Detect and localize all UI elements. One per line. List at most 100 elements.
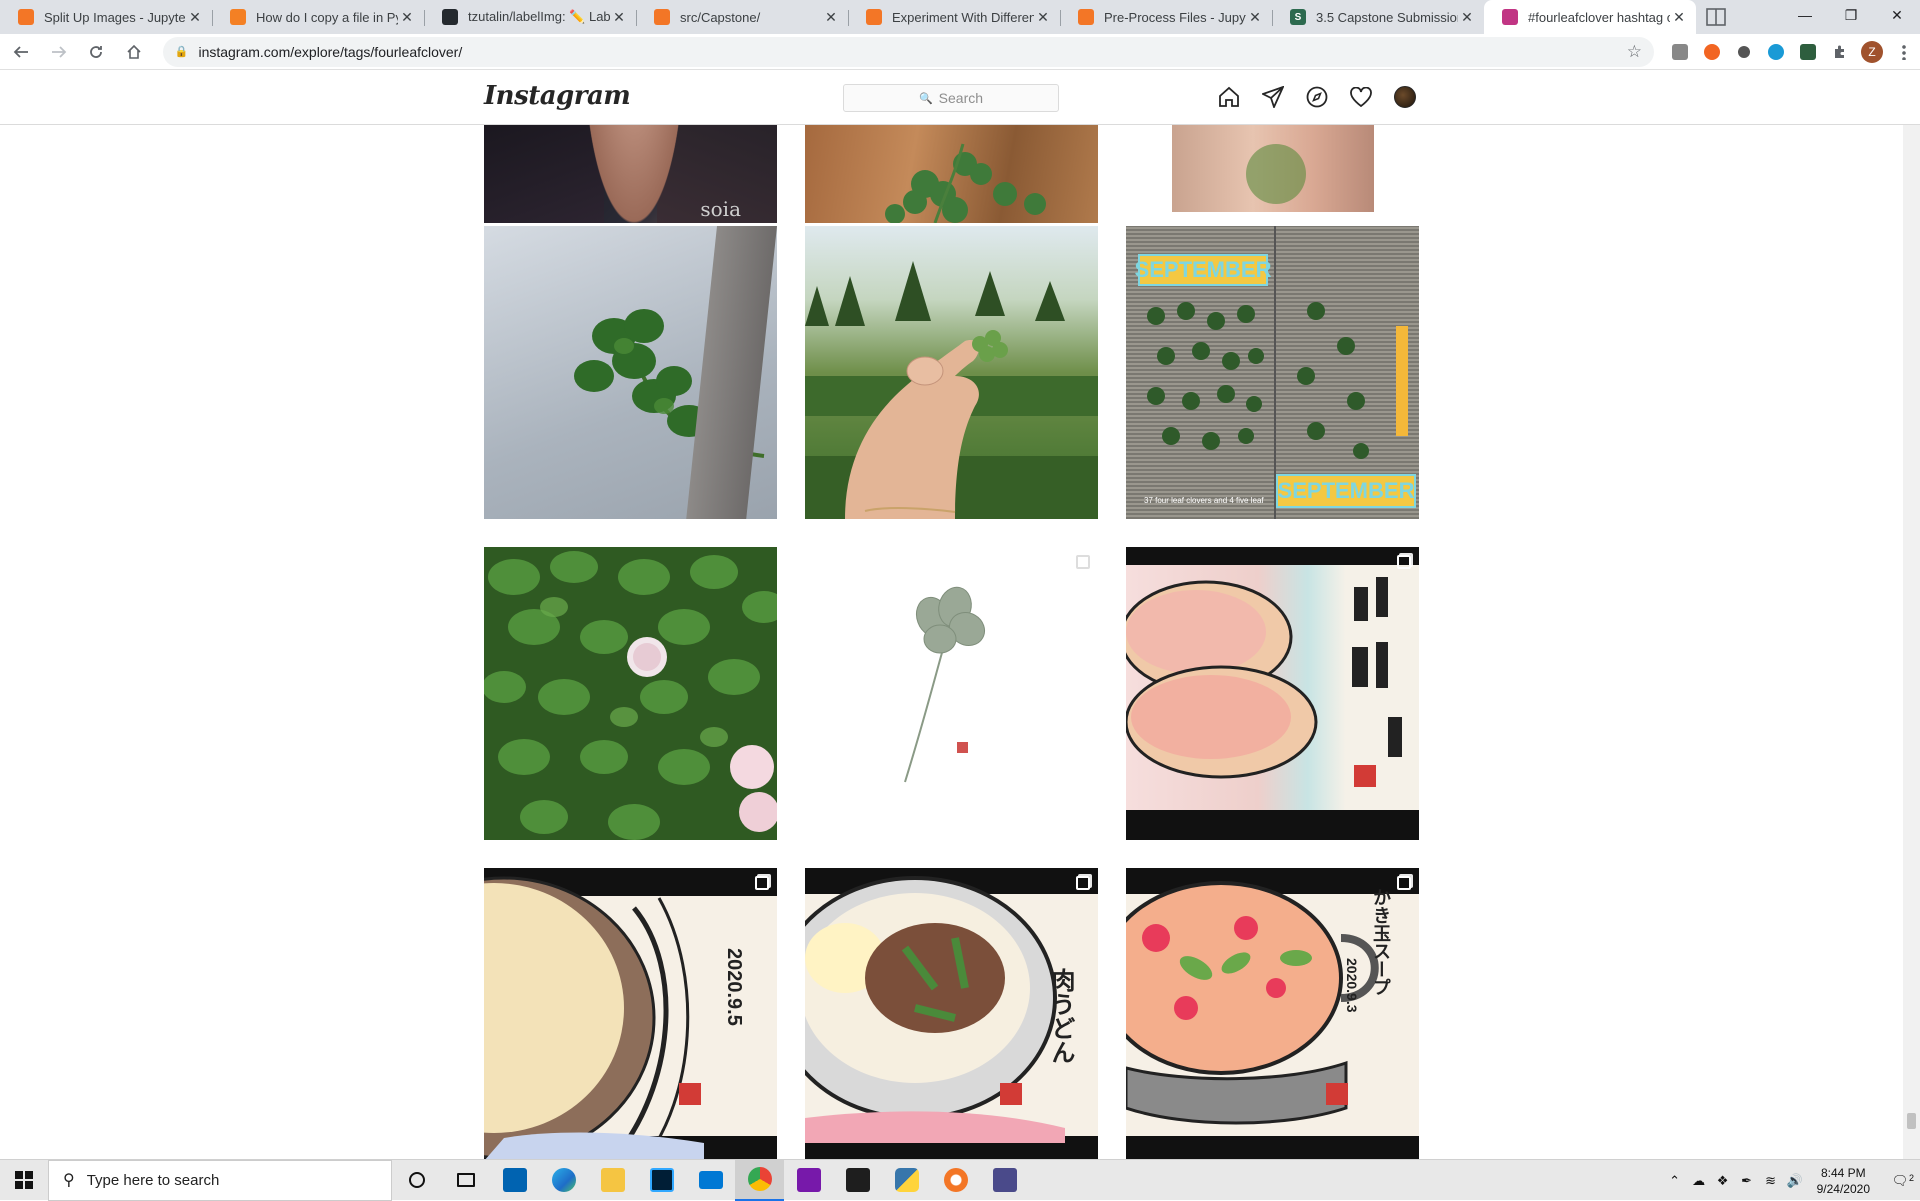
- clock-date: 9/24/2020: [1816, 1181, 1870, 1196]
- onedrive-icon[interactable]: ☁: [1687, 1173, 1711, 1189]
- browser-tab[interactable]: Pre-Process Files - Jupyter N✕: [1060, 0, 1272, 34]
- post-tile[interactable]: soia: [484, 125, 777, 223]
- pressed-clover-illustration: [904, 586, 986, 783]
- tab-title: src/Capstone/: [680, 9, 761, 25]
- tab-close-icon[interactable]: ✕: [1034, 9, 1052, 26]
- watermark-text: soia: [700, 197, 741, 221]
- tab-title: Split Up Images - Jupyter N: [44, 9, 186, 25]
- post-tile[interactable]: [484, 226, 777, 519]
- browser-tab[interactable]: #fourleafclover hashtag on ✕: [1484, 0, 1696, 34]
- direct-messages-icon[interactable]: [1262, 85, 1284, 109]
- store-app-icon[interactable]: [490, 1160, 539, 1201]
- browser-tab[interactable]: Experiment With Different M✕: [848, 0, 1060, 34]
- taskbar-search-box[interactable]: ⚲ Type here to search: [48, 1159, 392, 1201]
- post-tile[interactable]: [1126, 125, 1419, 223]
- python-app-icon[interactable]: [882, 1160, 931, 1201]
- photoshop-app-icon[interactable]: [637, 1160, 686, 1201]
- tab-close-icon[interactable]: ✕: [1458, 9, 1476, 26]
- extension-circle-icon[interactable]: [1728, 36, 1760, 68]
- tab-close-icon[interactable]: ✕: [1246, 9, 1264, 26]
- tray-chevron-icon[interactable]: ⌃: [1663, 1173, 1687, 1189]
- tab-close-icon[interactable]: ✕: [186, 9, 204, 26]
- profile-avatar[interactable]: Z: [1856, 36, 1888, 68]
- tab-close-icon[interactable]: ✕: [1670, 9, 1688, 26]
- extension-grammarly-icon[interactable]: [1664, 36, 1696, 68]
- browser-tab[interactable]: How do I copy a file in Pyth ✕: [212, 0, 424, 34]
- task-view-icon[interactable]: [441, 1160, 490, 1201]
- page-scrollbar[interactable]: [1903, 71, 1920, 1159]
- window-controls: — ❐ ✕: [1782, 0, 1920, 30]
- dropbox-icon[interactable]: ❖: [1711, 1173, 1735, 1189]
- clover-photo-illustration: [885, 143, 1046, 223]
- painting-text: かき玉スープ: [1371, 888, 1391, 996]
- reload-button[interactable]: [79, 36, 113, 68]
- painting-text: 肉うどん: [1047, 968, 1074, 1064]
- wifi-icon[interactable]: ≋: [1759, 1173, 1783, 1189]
- jupyter-app-icon[interactable]: [931, 1160, 980, 1201]
- chrome-app-icon[interactable]: [735, 1159, 784, 1201]
- post-tile[interactable]: [805, 547, 1098, 840]
- browser-tab[interactable]: tzutalin/labelImg: ✏️ Label ✕: [424, 0, 636, 34]
- calculator-app-icon[interactable]: [980, 1160, 1029, 1201]
- tab-close-icon[interactable]: ✕: [822, 9, 840, 26]
- instagram-logo[interactable]: Instagram: [484, 81, 631, 111]
- browser-tab[interactable]: S 3.5 Capstone Submission - S✕: [1272, 0, 1484, 34]
- extension-green-icon[interactable]: [1792, 36, 1824, 68]
- home-icon[interactable]: [1218, 85, 1240, 109]
- pen-icon[interactable]: ✒: [1735, 1173, 1759, 1189]
- bookmark-star-icon[interactable]: ☆: [1627, 42, 1642, 62]
- file-explorer-icon[interactable]: [588, 1160, 637, 1201]
- pressed-clovers-illustration: [1147, 302, 1369, 459]
- onenote-app-icon[interactable]: [784, 1160, 833, 1201]
- browser-tab[interactable]: src/Capstone/ ✕: [636, 0, 848, 34]
- extension-orange-icon[interactable]: [1696, 36, 1728, 68]
- close-window-button[interactable]: ✕: [1874, 0, 1920, 30]
- url-text: instagram.com/explore/tags/fourleafclove…: [198, 43, 463, 60]
- extensions-puzzle-icon[interactable]: [1824, 36, 1856, 68]
- post-tile[interactable]: [484, 547, 777, 840]
- search-placeholder: Search: [938, 90, 984, 106]
- forward-button[interactable]: [42, 36, 76, 68]
- post-tile[interactable]: 肉うどん: [805, 868, 1098, 1159]
- tab-title: Pre-Process Files - Jupyter N: [1104, 9, 1246, 25]
- back-button[interactable]: [4, 36, 38, 68]
- tab-close-icon[interactable]: ✕: [398, 9, 416, 26]
- restore-button[interactable]: ❐: [1828, 0, 1874, 30]
- taskbar-clock[interactable]: 8:44 PM 9/24/2020: [1807, 1165, 1880, 1197]
- start-button[interactable]: [0, 1160, 48, 1201]
- system-tray: ⌃ ☁ ❖ ✒ ≋ 🔊 8:44 PM 9/24/2020 🗨 2: [1663, 1160, 1920, 1201]
- post-tile[interactable]: [1126, 547, 1419, 840]
- extension-blue-icon[interactable]: [1760, 36, 1792, 68]
- post-tile[interactable]: 2020.9.5: [484, 868, 777, 1159]
- activity-heart-icon[interactable]: [1350, 85, 1372, 109]
- notification-center-icon[interactable]: 🗨 2: [1880, 1173, 1920, 1189]
- home-button[interactable]: [117, 36, 151, 68]
- instagram-search-input[interactable]: 🔍 Search: [843, 84, 1059, 112]
- search-icon: ⚲: [63, 1172, 75, 1189]
- tab-close-icon[interactable]: ✕: [610, 9, 628, 26]
- tab-favicon-icon: [442, 9, 458, 25]
- forward-arrow-icon: [51, 45, 66, 58]
- explore-compass-icon[interactable]: [1306, 85, 1328, 109]
- browser-menu-icon[interactable]: [1888, 36, 1920, 68]
- tab-title: Experiment With Different M: [892, 9, 1034, 25]
- minimize-button[interactable]: —: [1782, 0, 1828, 30]
- post-tile[interactable]: [805, 226, 1098, 519]
- volume-icon[interactable]: 🔊: [1783, 1173, 1807, 1189]
- post-tile[interactable]: [805, 125, 1098, 223]
- tab-title: tzutalin/labelImg: ✏️ Label: [468, 9, 610, 24]
- browser-tab[interactable]: Split Up Images - Jupyter N✕: [0, 0, 212, 34]
- profile-avatar[interactable]: [1394, 85, 1416, 109]
- terminal-app-icon[interactable]: [833, 1160, 882, 1201]
- search-icon: 🔍: [918, 92, 933, 105]
- cortana-icon[interactable]: [392, 1160, 441, 1201]
- edge-app-icon[interactable]: [539, 1160, 588, 1201]
- post-tile[interactable]: かき玉スープ 2020.9.3: [1126, 868, 1419, 1159]
- browser-tab-strip: Split Up Images - Jupyter N✕How do I cop…: [0, 0, 1920, 34]
- new-tab-button[interactable]: [1696, 0, 1736, 34]
- post-tile[interactable]: SEPTEMBER SEPTEMBER 37 four leaf clovers…: [1126, 226, 1419, 519]
- scrollbar-thumb[interactable]: [1907, 1113, 1916, 1129]
- address-bar[interactable]: 🔒 instagram.com/explore/tags/fourleafclo…: [162, 36, 1655, 67]
- mail-app-icon[interactable]: [686, 1160, 735, 1201]
- back-arrow-icon: [13, 45, 28, 58]
